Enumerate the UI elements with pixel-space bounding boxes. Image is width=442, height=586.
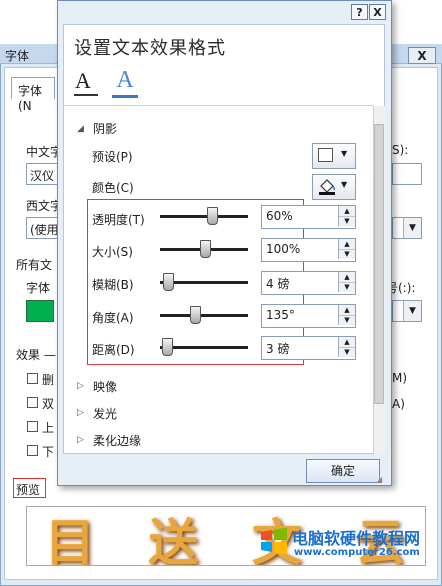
font-dialog-close-button[interactable]: X [408, 47, 436, 64]
text-fill-tab-icon[interactable]: A [75, 70, 97, 96]
spin-down-icon[interactable]: ▼ [339, 315, 355, 325]
blur-spinner[interactable]: 4 磅 ▲ ▼ [261, 271, 356, 295]
transparency-slider-track[interactable] [160, 215, 248, 218]
transparency-slider-thumb[interactable] [207, 207, 219, 225]
distance-spinner[interactable]: 3 磅 ▲ ▼ [261, 336, 356, 360]
blur-value: 4 磅 [266, 277, 290, 291]
tab-font[interactable]: 字体(N [11, 77, 55, 113]
effect-right-label: A) [392, 397, 405, 411]
size-input[interactable] [392, 163, 422, 185]
reflection-section-header[interactable]: 映像 [93, 378, 117, 395]
shadow-preset-label: 预设(P) [92, 150, 133, 164]
spinner-arrows: ▲ ▼ [338, 337, 355, 357]
distance-slider-thumb[interactable] [162, 338, 174, 356]
help-button[interactable]: ? [351, 4, 368, 20]
spinner-arrows: ▲ ▼ [338, 272, 355, 292]
size-spinner[interactable]: 100% ▲ ▼ [261, 238, 356, 262]
section-expanded-icon: ◢ [77, 124, 84, 134]
paint-bucket-icon [319, 179, 336, 195]
spin-down-icon[interactable]: ▼ [339, 216, 355, 226]
size-slider-thumb[interactable] [199, 240, 211, 258]
chevron-down-icon: ▼ [341, 180, 348, 189]
dialog-close-button[interactable]: X [369, 4, 386, 20]
blur-slider-thumb[interactable] [163, 273, 175, 291]
angle-label: 角度(A) [92, 311, 134, 325]
effect-checkbox-label: 双 [42, 397, 55, 411]
underline-select[interactable]: ▼ [392, 300, 422, 322]
ok-button[interactable]: 确定 [306, 459, 380, 483]
text-fill-tab-underline [74, 94, 98, 96]
spin-down-icon[interactable]: ▼ [339, 249, 355, 259]
chevron-down-icon: ▼ [403, 301, 421, 321]
blur-label: 模糊(B) [92, 278, 134, 292]
effect-right-label: M) [392, 371, 408, 385]
angle-slider-track[interactable] [160, 314, 248, 317]
text-effects-tab-icon[interactable]: A [112, 66, 138, 98]
section-collapsed-icon: ▷ [77, 381, 84, 391]
resize-grip-icon[interactable]: ◢ [376, 475, 386, 485]
size-label: 大小(S) [92, 245, 133, 259]
watermark-title: 电脑软硬件教程网 [292, 529, 421, 548]
spin-down-icon[interactable]: ▼ [339, 282, 355, 292]
font-color-swatch[interactable] [26, 300, 54, 322]
western-font-value: (使用 [30, 223, 59, 237]
shadow-color-label: 颜色(C) [92, 181, 134, 195]
shadow-color-button[interactable]: ▼ [312, 174, 356, 200]
transparency-value: 60% [266, 209, 293, 223]
dialog-title: 设置文本效果格式 [74, 38, 226, 59]
style-select[interactable]: ▼ [392, 217, 422, 239]
watermark-url: www.computer26.com [294, 547, 420, 558]
effect-checkbox-label: 删 [42, 373, 55, 387]
font-color-label: 字体 [26, 281, 51, 295]
shadow-section-header[interactable]: 阴影 [93, 120, 117, 137]
dialog-scrollbar-thumb[interactable] [374, 124, 384, 404]
spinner-arrows: ▲ ▼ [338, 239, 355, 259]
spin-down-icon[interactable]: ▼ [339, 347, 355, 357]
chevron-down-icon: ▼ [341, 149, 348, 158]
chinese-font-value: 汉仪 [30, 169, 55, 183]
effect-checkbox-label: 下 [42, 445, 55, 459]
effects-label: 效果 — [16, 348, 56, 362]
section-collapsed-icon: ▷ [77, 408, 84, 418]
spinner-arrows: ▲ ▼ [338, 305, 355, 325]
effect-checkbox[interactable] [27, 397, 38, 408]
windows-logo-icon [261, 527, 287, 555]
shadow-preset-swatch [318, 148, 333, 162]
angle-value: 135° [266, 308, 295, 322]
effect-checkbox-label: 上 [42, 421, 55, 435]
angle-slider-thumb[interactable] [189, 306, 201, 324]
transparency-label: 透明度(T) [92, 213, 145, 227]
effect-checkbox[interactable] [27, 373, 38, 384]
tab-separator [63, 105, 373, 106]
effect-checkbox[interactable] [27, 445, 38, 456]
effect-checkbox[interactable] [27, 421, 38, 432]
spinner-arrows: ▲ ▼ [338, 206, 355, 226]
all-text-label: 所有文 [16, 258, 53, 272]
distance-slider-track[interactable] [160, 346, 248, 349]
distance-value: 3 磅 [266, 342, 290, 356]
angle-spinner[interactable]: 135° ▲ ▼ [261, 304, 356, 328]
size-value: 100% [266, 242, 301, 256]
section-collapsed-icon: ▷ [77, 435, 84, 445]
preview-label: 预览 [13, 478, 46, 498]
transparency-spinner[interactable]: 60% ▲ ▼ [261, 205, 356, 229]
font-dialog-title: 字体 [5, 49, 30, 63]
distance-label: 距离(D) [92, 343, 135, 357]
chevron-down-icon: ▼ [403, 218, 421, 238]
soft-edges-section-header[interactable]: 柔化边缘 [93, 432, 141, 449]
size-label: S): [392, 143, 409, 157]
shadow-preset-button[interactable]: ▼ [312, 143, 356, 169]
glow-section-header[interactable]: 发光 [93, 405, 117, 422]
